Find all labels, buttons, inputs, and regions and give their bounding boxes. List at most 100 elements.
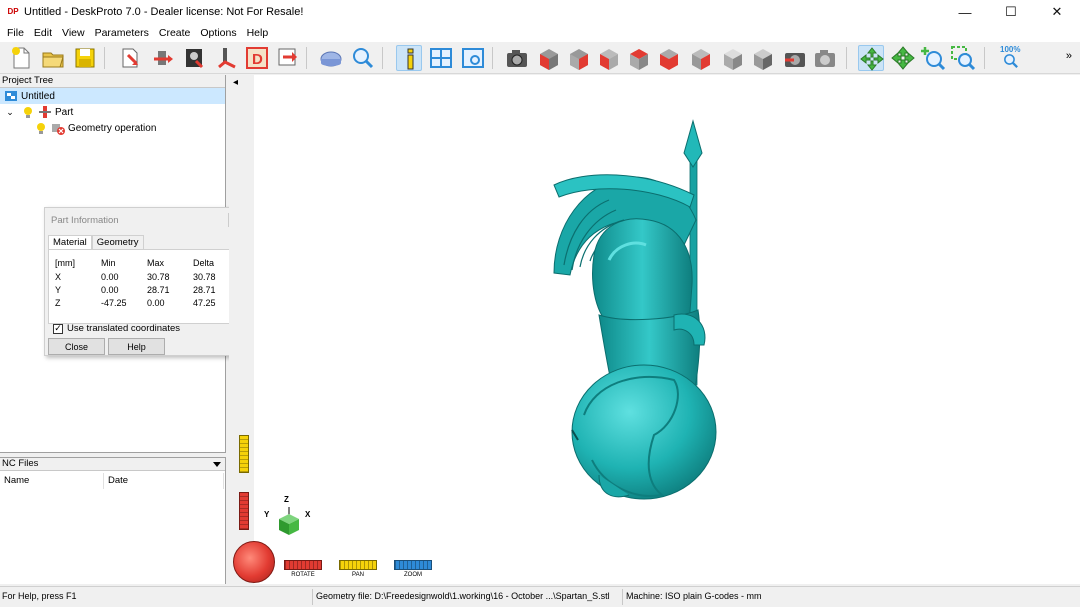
wizard-d-icon[interactable]: D [244, 45, 270, 71]
table-cell: X [55, 272, 62, 282]
split-views-icon[interactable] [428, 45, 454, 71]
export-icon[interactable] [274, 45, 300, 71]
column-header-date[interactable]: Date [104, 473, 224, 489]
tree-item-part[interactable]: ⌄ Part [0, 104, 225, 120]
wizard-3axis-icon[interactable] [118, 45, 144, 71]
view-bottom-icon[interactable] [688, 45, 714, 71]
material-block-icon[interactable] [318, 45, 344, 71]
view-iso-icon[interactable] [720, 45, 746, 71]
view-top-icon[interactable] [656, 45, 682, 71]
lightbulb-icon[interactable] [21, 105, 35, 119]
tab-geometry[interactable]: Geometry [91, 235, 144, 249]
table-cell: 47.25 [193, 298, 216, 308]
column-header: Max [147, 258, 165, 268]
checkbox-box[interactable]: ✓ [53, 323, 63, 334]
lightbulb-icon[interactable] [34, 121, 48, 135]
column-header: [mm] [55, 258, 75, 268]
app-logo-icon: DP [7, 7, 19, 16]
3d-viewport[interactable]: Z Y X ROTATE PAN ZOOM [233, 75, 1080, 584]
zoom-in-mode-icon[interactable] [920, 45, 946, 71]
pan-label: PAN [352, 572, 364, 578]
rotate-dial[interactable] [233, 541, 275, 583]
rotate-label: ROTATE [291, 572, 315, 578]
view-reset-icon[interactable] [782, 45, 808, 71]
save-icon[interactable] [72, 45, 98, 71]
close-button[interactable]: Close [48, 338, 105, 355]
axis-cube-icon [279, 507, 299, 535]
window-title: Untitled - DeskProto 7.0 - Dealer licens… [24, 6, 304, 18]
table-cell: 28.71 [147, 285, 170, 295]
rotate-control[interactable]: ROTATE [284, 560, 322, 582]
column-header: Min [101, 258, 116, 268]
viewport-side-strip: ◂ [229, 75, 254, 584]
status-geometry-file: Geometry file: D:\Freedesignwold\1.worki… [316, 591, 610, 601]
project-icon [4, 89, 18, 103]
menu-view[interactable]: View [57, 27, 90, 39]
table-cell: 28.71 [193, 285, 216, 295]
view-camera-icon[interactable] [504, 45, 530, 71]
collapse-arrow-icon[interactable]: ◂ [233, 77, 238, 88]
column-header-name[interactable]: Name [0, 473, 104, 489]
table-cell: 0.00 [101, 285, 119, 295]
table-cell: Z [55, 298, 61, 308]
view-right-icon[interactable] [566, 45, 592, 71]
zoom-control[interactable]: ZOOM [394, 560, 432, 582]
view-shaded-icon[interactable] [812, 45, 838, 71]
new-file-icon[interactable] [8, 45, 34, 71]
view-front-icon[interactable] [536, 45, 562, 71]
menu-bar: File Edit View Parameters Create Options… [0, 24, 1080, 42]
translated-coordinates-checkbox[interactable]: ✓ Use translated coordinates [53, 323, 180, 334]
dropdown-arrow-icon[interactable] [213, 461, 221, 467]
tree-item-untitled[interactable]: Untitled [0, 88, 225, 104]
nc-files-panel: NC Files Name Date [0, 457, 226, 584]
nc-files-title: NC Files [2, 458, 39, 469]
close-window-button[interactable]: ✕ [1034, 0, 1080, 24]
help-button[interactable]: Help [108, 338, 165, 355]
table-cell: Y [55, 285, 62, 295]
tree-label: Untitled [21, 90, 55, 102]
pan-mode-icon[interactable] [890, 45, 916, 71]
minimize-button[interactable]: — [942, 0, 988, 24]
zoom-slider-red[interactable] [239, 492, 249, 530]
zoom-label: ZOOM [404, 572, 422, 578]
viewport-single-icon[interactable] [460, 45, 486, 71]
title-bar: DP Untitled - DeskProto 7.0 - Dealer lic… [0, 0, 1080, 24]
zoom-part-icon[interactable] [350, 45, 376, 71]
table-cell: 0.00 [101, 272, 119, 282]
view-left-icon[interactable] [596, 45, 622, 71]
menu-parameters[interactable]: Parameters [90, 27, 154, 39]
menu-options[interactable]: Options [195, 27, 241, 39]
svg-text:D: D [252, 51, 263, 68]
menu-help[interactable]: Help [242, 27, 274, 39]
chevron-down-icon[interactable]: ⌄ [4, 107, 16, 118]
dialog-title: Part Information [51, 215, 119, 226]
zoom-100-button[interactable]: 100% [996, 45, 1030, 71]
wizard-4axis-icon[interactable] [150, 45, 176, 71]
wizard-bitmap-icon[interactable] [182, 45, 208, 71]
rotate-mode-icon[interactable] [858, 45, 884, 71]
tree-label: Geometry operation [68, 122, 157, 134]
axis-indicator: Z Y X [264, 495, 324, 540]
table-cell: 0.00 [147, 298, 165, 308]
axis-label-x: X [305, 510, 311, 519]
spartan-model [553, 119, 717, 500]
tab-material[interactable]: Material [48, 235, 92, 249]
open-folder-icon[interactable] [40, 45, 66, 71]
part-information-icon[interactable] [396, 45, 422, 71]
status-bar: For Help, press F1 Geometry file: D:\Fre… [0, 586, 1080, 607]
view-grey-icon[interactable] [750, 45, 776, 71]
project-tree-header: Project Tree [0, 75, 225, 88]
tree-item-geometry-operation[interactable]: Geometry operation [0, 120, 225, 136]
menu-create[interactable]: Create [154, 27, 196, 39]
view-back-icon[interactable] [626, 45, 652, 71]
toolbar-overflow-icon[interactable]: » [1066, 50, 1072, 62]
menu-edit[interactable]: Edit [29, 27, 57, 39]
wizard-vector-icon[interactable] [214, 45, 240, 71]
menu-file[interactable]: File [2, 27, 29, 39]
main-toolbar: D 100% » [0, 42, 1080, 74]
part-icon [38, 105, 52, 119]
zoom-window-icon[interactable] [950, 45, 976, 71]
maximize-button[interactable]: ☐ [988, 0, 1034, 24]
pan-control[interactable]: PAN [339, 560, 377, 582]
zoom-slider-yellow[interactable] [239, 435, 249, 473]
